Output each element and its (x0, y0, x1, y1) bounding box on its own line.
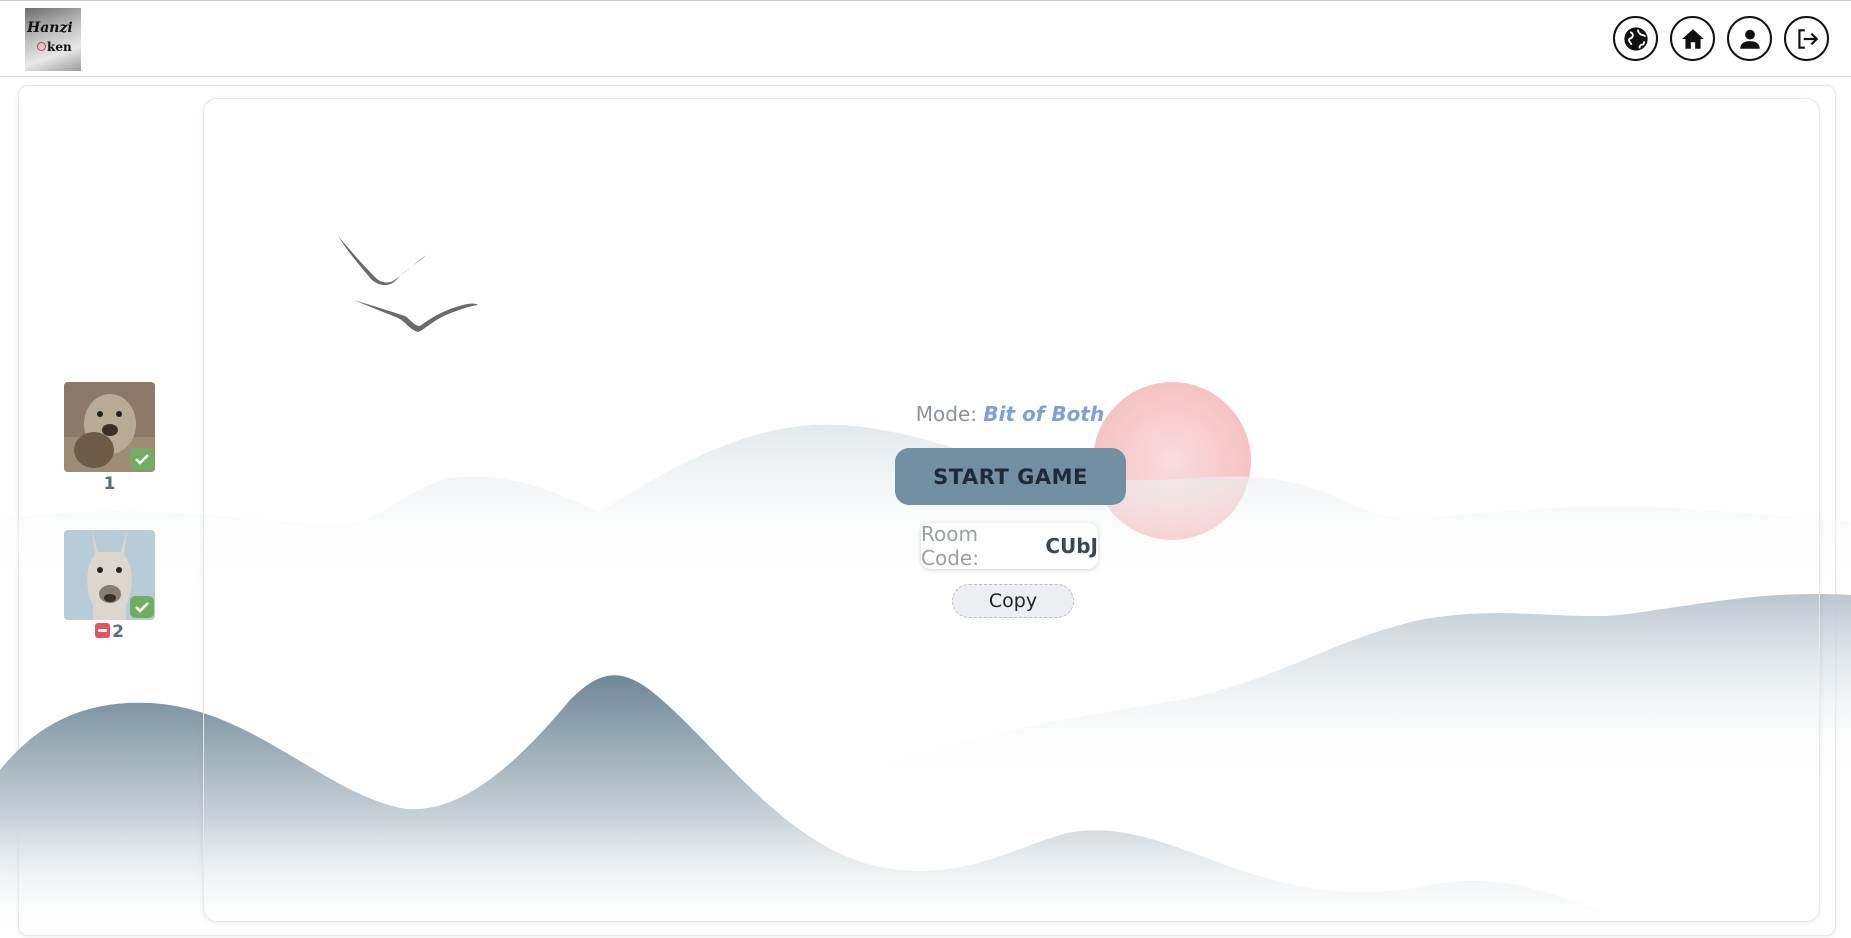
kick-player-button[interactable] (95, 623, 111, 638)
game-mode: Mode: Bit of Both (850, 402, 1170, 426)
mode-value[interactable]: Bit of Both (983, 402, 1104, 426)
lobby-card (203, 98, 1820, 922)
player-number: 2 (64, 622, 155, 642)
copy-room-code-button[interactable]: Copy (952, 584, 1074, 618)
room-code-value: CUbJ (1045, 534, 1098, 558)
player-number: 1 (103, 474, 116, 494)
mode-label: Mode: (915, 402, 978, 426)
room-code-label: Room Code: (921, 522, 979, 570)
ready-check-icon (130, 448, 154, 470)
ready-check-icon (130, 596, 154, 618)
start-game-button[interactable]: START GAME (895, 448, 1126, 505)
room-code-box: Room Code: CUbJ (921, 522, 1098, 570)
